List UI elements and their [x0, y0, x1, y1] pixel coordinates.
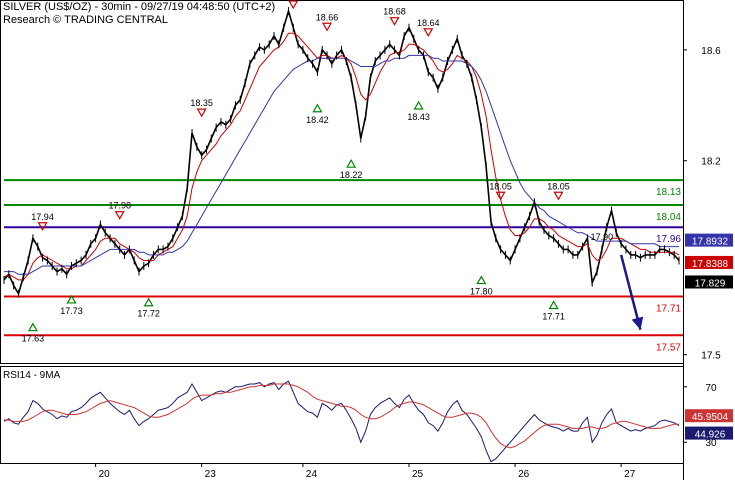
- y-tick-label: 18.2: [701, 157, 721, 168]
- x-tick-label: 25: [412, 469, 424, 480]
- x-tick-label: 27: [624, 469, 636, 480]
- swing-low-marker: [346, 158, 357, 168]
- swing-low-label: 17.72: [137, 309, 160, 319]
- rsi-title: RSI14 - 9MA: [3, 370, 61, 381]
- swing-low-marker: [476, 275, 487, 285]
- level-label: 18.13: [656, 187, 681, 198]
- swing-high-label: 18.64: [417, 18, 440, 28]
- main-panel-frame: [0, 0, 684, 364]
- swing-high-marker: [322, 22, 333, 32]
- swing-low-marker: [548, 300, 559, 310]
- x-tick-label: 23: [205, 469, 217, 480]
- slow-ma-line: [4, 54, 679, 275]
- level-label: 18.04: [656, 212, 681, 223]
- swing-low-marker: [312, 103, 323, 113]
- swing-high-marker: [423, 28, 434, 38]
- annotation-label: 17.90: [591, 232, 614, 242]
- swing-high-label: 17.94: [31, 212, 54, 222]
- x-tick-label: 24: [306, 469, 318, 480]
- y-tick-label: 18.6: [701, 46, 721, 57]
- rsi-ma-value-label: 45.9504: [692, 412, 729, 423]
- swing-high-marker: [196, 108, 207, 118]
- swing-low-marker: [413, 100, 424, 110]
- swing-low-label: 18.43: [407, 112, 430, 122]
- fast-ma-line: [3, 32, 680, 281]
- x-tick-label: 20: [99, 469, 111, 480]
- y-tick-label: 17.5: [701, 351, 721, 362]
- swing-low-label: 18.22: [340, 170, 363, 180]
- swing-high-label: 18.68: [383, 7, 406, 17]
- silver-price-chart: 18.13 18.04 17.96 17.71 17.57 17.94 17.98 18.3…: [0, 0, 733, 480]
- swing-high-marker: [389, 17, 400, 26]
- rsi-value-label: 44.926: [695, 430, 726, 441]
- swing-low-marker: [27, 322, 38, 332]
- swing-low-label: 17.63: [22, 334, 45, 344]
- swing-high-label: 18.05: [489, 181, 512, 191]
- swing-high-label: 18.05: [547, 181, 570, 191]
- swing-low-marker: [143, 297, 154, 307]
- swing-low-label: 17.73: [60, 306, 83, 316]
- swing-high-label: 18.35: [190, 98, 213, 108]
- last-price-label: 17.829: [695, 278, 726, 289]
- swing-high-marker: [495, 191, 506, 201]
- slow-ma-value-label: 17.8932: [692, 237, 729, 248]
- swing-low-label: 17.80: [470, 287, 493, 297]
- level-label: 17.71: [656, 303, 681, 314]
- rsi-line: [3, 380, 680, 463]
- rsi-y-tick-label: 70: [705, 383, 717, 394]
- fast-ma-value-label: 17.8388: [692, 259, 729, 270]
- swing-high-marker: [553, 191, 564, 201]
- level-label: 17.96: [656, 234, 681, 245]
- swing-high-label: 18.66: [316, 12, 339, 22]
- x-tick-label: 26: [518, 469, 530, 480]
- swing-high-marker: [288, 0, 299, 10]
- swing-low-label: 17.71: [542, 311, 565, 321]
- rsi-ma-line: [4, 383, 679, 449]
- rsi-panel-frame: [0, 366, 684, 464]
- forecast-arrowhead: [631, 316, 644, 330]
- swing-high-label: 17.98: [108, 201, 131, 211]
- swing-low-label: 18.42: [306, 115, 329, 125]
- swing-high-marker: [114, 211, 125, 220]
- level-label: 17.57: [656, 342, 681, 353]
